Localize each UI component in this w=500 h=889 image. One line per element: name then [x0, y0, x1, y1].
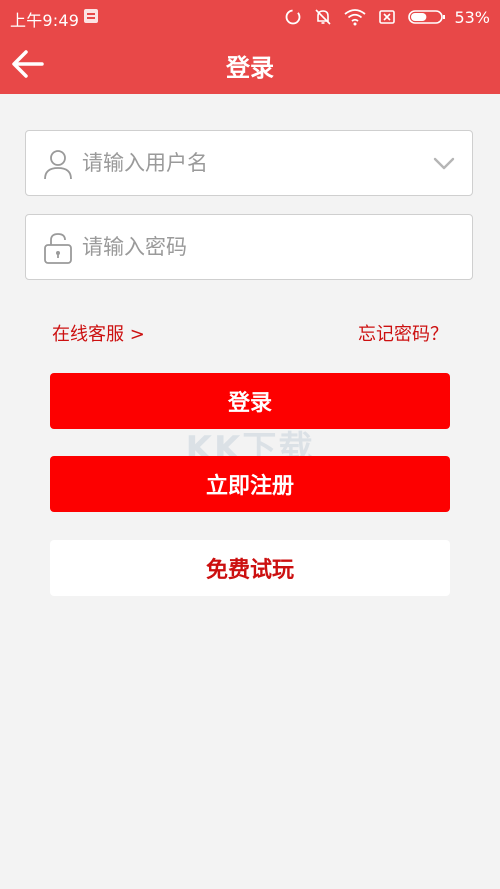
login-button[interactable]: 登录 — [50, 373, 450, 429]
page-title: 登录 — [226, 54, 274, 82]
user-icon — [44, 150, 72, 180]
status-icons: 53% — [284, 7, 490, 27]
username-input[interactable] — [82, 131, 422, 195]
battery-icon — [408, 10, 446, 24]
wifi-icon — [344, 9, 366, 26]
customer-service-link[interactable]: 在线客服 > — [52, 320, 145, 346]
app-header: 上午9:49 53% 登录 — [0, 0, 500, 94]
forgot-password-link[interactable]: 忘记密码？ — [358, 320, 448, 346]
nav-bar: 登录 — [0, 34, 500, 94]
free-trial-button[interactable]: 免费试玩 — [50, 540, 450, 596]
password-field[interactable] — [25, 214, 473, 280]
chevron-down-icon[interactable] — [432, 153, 456, 173]
status-bar: 上午9:49 53% — [0, 0, 500, 34]
sync-icon — [286, 9, 301, 25]
no-sim-icon — [379, 10, 396, 24]
password-input[interactable] — [82, 215, 422, 279]
mute-bell-icon — [315, 9, 332, 25]
status-time: 上午9:49 — [10, 11, 80, 30]
register-button[interactable]: 立即注册 — [50, 456, 450, 512]
username-field[interactable] — [25, 130, 473, 196]
notification-icon — [84, 9, 98, 23]
battery-percent: 53% — [454, 7, 490, 27]
lock-icon — [44, 233, 72, 264]
